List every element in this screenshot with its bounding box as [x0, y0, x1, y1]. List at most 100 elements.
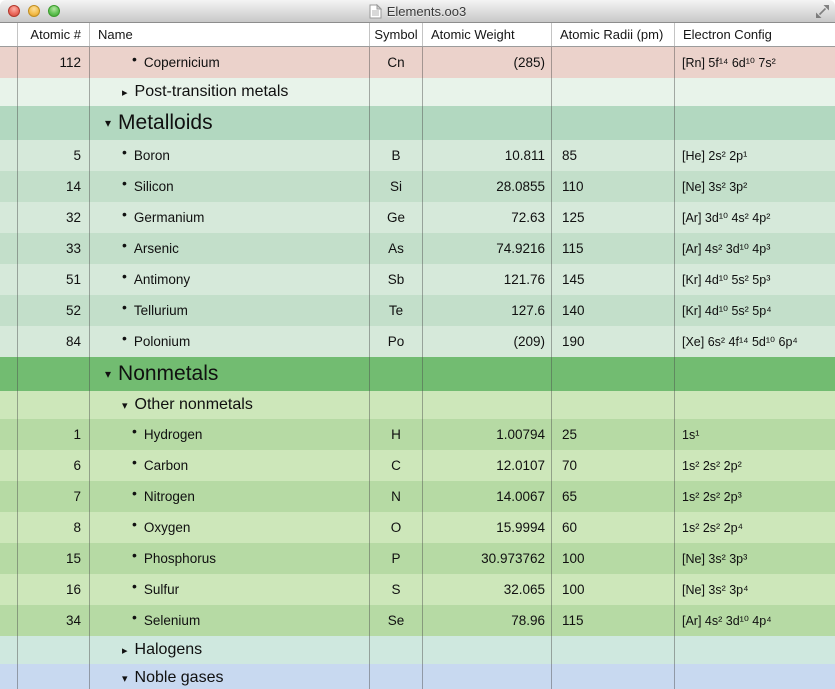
atomic-radii-cell[interactable]: 110 — [552, 171, 675, 202]
column-header-name[interactable]: Name — [90, 23, 370, 46]
symbol-cell[interactable] — [370, 357, 423, 391]
atomic-weight-cell[interactable] — [423, 636, 552, 664]
electron-config-cell[interactable]: [Rn] 5f¹⁴ 6d¹⁰ 7s² — [675, 47, 835, 78]
electron-config-cell[interactable] — [675, 78, 835, 106]
atomic-weight-cell[interactable]: 12.0107 — [423, 450, 552, 481]
atomic-number-cell[interactable] — [18, 106, 90, 140]
name-cell[interactable]: •Phosphorus — [90, 543, 370, 574]
item-bullet-icon[interactable]: • — [122, 237, 127, 253]
item-bullet-icon[interactable]: • — [122, 299, 127, 315]
electron-config-cell[interactable]: [Ne] 3s² 3p³ — [675, 543, 835, 574]
atomic-number-cell[interactable] — [18, 357, 90, 391]
element-row-polonium[interactable]: 84•PoloniumPo(209)190[Xe] 6s² 4f¹⁴ 5d¹⁰ … — [0, 326, 835, 357]
name-cell[interactable]: •Germanium — [90, 202, 370, 233]
column-header-radii[interactable]: Atomic Radii (pm) — [552, 23, 675, 46]
item-bullet-icon[interactable]: • — [132, 609, 137, 625]
atomic-radii-cell[interactable]: 60 — [552, 512, 675, 543]
electron-config-cell[interactable]: 1s² 2s² 2p³ — [675, 481, 835, 512]
electron-config-cell[interactable] — [675, 357, 835, 391]
electron-config-cell[interactable]: 1s² 2s² 2p² — [675, 450, 835, 481]
atomic-radii-cell[interactable]: 85 — [552, 140, 675, 171]
name-cell[interactable]: •Sulfur — [90, 574, 370, 605]
name-cell[interactable]: •Carbon — [90, 450, 370, 481]
electron-config-cell[interactable]: [Ne] 3s² 3p² — [675, 171, 835, 202]
electron-config-cell[interactable] — [675, 106, 835, 140]
name-cell[interactable]: ▾Nonmetals — [90, 357, 370, 391]
column-header-symbol[interactable]: Symbol — [370, 23, 423, 46]
element-row-selenium[interactable]: 34•SeleniumSe78.96115[Ar] 4s² 3d¹⁰ 4p⁴ — [0, 605, 835, 636]
symbol-cell[interactable]: Cn — [370, 47, 423, 78]
item-bullet-icon[interactable]: • — [132, 51, 137, 67]
atomic-radii-cell[interactable]: 125 — [552, 202, 675, 233]
element-row-arsenic[interactable]: 33•ArsenicAs74.9216115[Ar] 4s² 3d¹⁰ 4p³ — [0, 233, 835, 264]
disclosure-triangle-icon[interactable]: ▸ — [122, 644, 128, 657]
name-cell[interactable]: •Boron — [90, 140, 370, 171]
electron-config-cell[interactable]: [Ar] 3d¹⁰ 4s² 4p² — [675, 202, 835, 233]
group-row-halogens[interactable]: ▸Halogens — [0, 636, 835, 664]
item-bullet-icon[interactable]: • — [132, 423, 137, 439]
column-header-config[interactable]: Electron Config — [675, 23, 835, 46]
item-bullet-icon[interactable]: • — [132, 485, 137, 501]
disclosure-triangle-icon[interactable]: ▾ — [122, 672, 128, 685]
symbol-cell[interactable]: Si — [370, 171, 423, 202]
atomic-radii-cell[interactable]: 115 — [552, 233, 675, 264]
atomic-weight-cell[interactable]: 78.96 — [423, 605, 552, 636]
atomic-weight-cell[interactable] — [423, 391, 552, 419]
symbol-cell[interactable]: N — [370, 481, 423, 512]
atomic-weight-cell[interactable] — [423, 78, 552, 106]
element-row-boron[interactable]: 5•BoronB10.81185[He] 2s² 2p¹ — [0, 140, 835, 171]
atomic-weight-cell[interactable]: 32.065 — [423, 574, 552, 605]
disclosure-triangle-icon[interactable]: ▾ — [105, 116, 111, 130]
name-cell[interactable]: ▾Noble gases — [90, 664, 370, 689]
atomic-weight-cell[interactable]: 74.9216 — [423, 233, 552, 264]
section-row-metalloids[interactable]: ▾Metalloids — [0, 106, 835, 140]
name-cell[interactable]: •Tellurium — [90, 295, 370, 326]
atomic-number-cell[interactable] — [18, 78, 90, 106]
atomic-number-cell[interactable] — [18, 391, 90, 419]
atomic-weight-cell[interactable] — [423, 664, 552, 689]
name-cell[interactable]: ▾Metalloids — [90, 106, 370, 140]
item-bullet-icon[interactable]: • — [122, 144, 127, 160]
name-cell[interactable]: •Copernicium — [90, 47, 370, 78]
symbol-cell[interactable]: Te — [370, 295, 423, 326]
atomic-radii-cell[interactable]: 65 — [552, 481, 675, 512]
element-row-carbon[interactable]: 6•CarbonC12.0107701s² 2s² 2p² — [0, 450, 835, 481]
symbol-cell[interactable]: B — [370, 140, 423, 171]
close-button[interactable] — [8, 5, 20, 17]
name-cell[interactable]: •Hydrogen — [90, 419, 370, 450]
atomic-number-cell[interactable] — [18, 636, 90, 664]
electron-config-cell[interactable]: [Ne] 3s² 3p⁴ — [675, 574, 835, 605]
atomic-radii-cell[interactable] — [552, 664, 675, 689]
item-bullet-icon[interactable]: • — [132, 454, 137, 470]
name-cell[interactable]: •Selenium — [90, 605, 370, 636]
atomic-weight-cell[interactable]: 1.00794 — [423, 419, 552, 450]
item-bullet-icon[interactable]: • — [122, 175, 127, 191]
symbol-cell[interactable]: Sb — [370, 264, 423, 295]
electron-config-cell[interactable] — [675, 391, 835, 419]
atomic-radii-cell[interactable] — [552, 636, 675, 664]
atomic-number-cell[interactable]: 1 — [18, 419, 90, 450]
name-cell[interactable]: •Antimony — [90, 264, 370, 295]
atomic-number-cell[interactable]: 34 — [18, 605, 90, 636]
atomic-weight-cell[interactable]: 15.9994 — [423, 512, 552, 543]
atomic-number-cell[interactable]: 8 — [18, 512, 90, 543]
fullscreen-icon[interactable] — [815, 4, 830, 19]
symbol-cell[interactable]: Ge — [370, 202, 423, 233]
atomic-number-cell[interactable]: 84 — [18, 326, 90, 357]
item-bullet-icon[interactable]: • — [132, 516, 137, 532]
element-row-antimony[interactable]: 51•AntimonySb121.76145[Kr] 4d¹⁰ 5s² 5p³ — [0, 264, 835, 295]
electron-config-cell[interactable]: [Ar] 4s² 3d¹⁰ 4p³ — [675, 233, 835, 264]
symbol-cell[interactable]: C — [370, 450, 423, 481]
name-cell[interactable]: •Nitrogen — [90, 481, 370, 512]
atomic-number-cell[interactable]: 112 — [18, 47, 90, 78]
atomic-radii-cell[interactable]: 190 — [552, 326, 675, 357]
atomic-weight-cell[interactable]: (209) — [423, 326, 552, 357]
symbol-cell[interactable]: As — [370, 233, 423, 264]
atomic-radii-cell[interactable] — [552, 106, 675, 140]
electron-config-cell[interactable]: 1s¹ — [675, 419, 835, 450]
item-bullet-icon[interactable]: • — [132, 578, 137, 594]
atomic-number-cell[interactable]: 52 — [18, 295, 90, 326]
atomic-radii-cell[interactable]: 115 — [552, 605, 675, 636]
atomic-weight-cell[interactable]: (285) — [423, 47, 552, 78]
element-row-oxygen[interactable]: 8•OxygenO15.9994601s² 2s² 2p⁴ — [0, 512, 835, 543]
